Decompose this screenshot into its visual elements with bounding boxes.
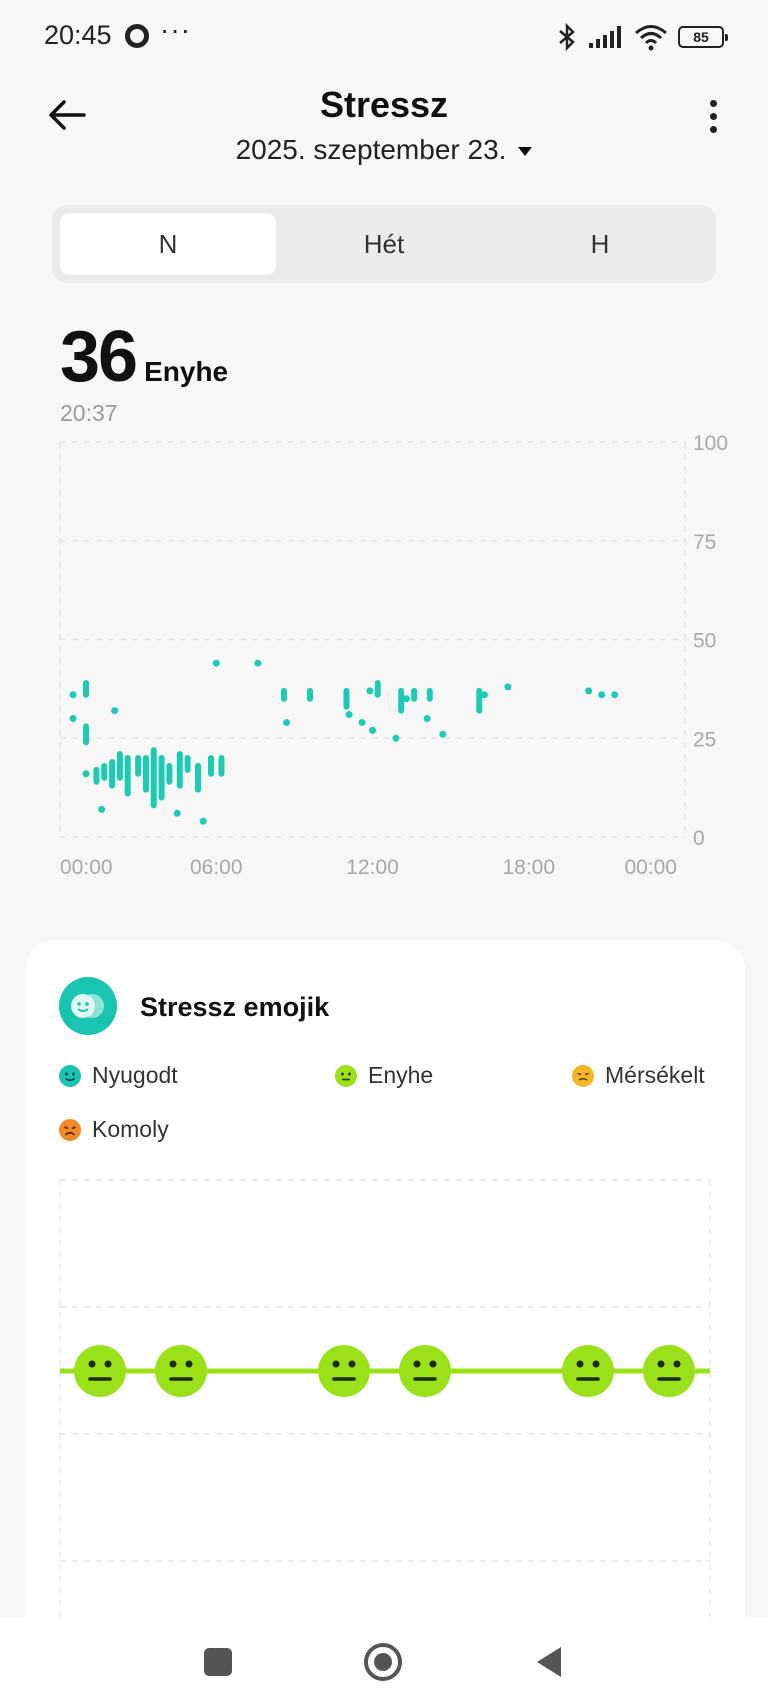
period-tabs: N Hét H xyxy=(52,205,716,283)
more-notifications-icon: ··· xyxy=(160,14,191,45)
stress-point xyxy=(369,726,376,734)
stress-point xyxy=(392,734,400,742)
stress-point xyxy=(254,659,262,667)
stress-point xyxy=(358,718,366,726)
emoji-timeline-chart[interactable] xyxy=(25,940,745,1620)
stress-point xyxy=(98,805,106,813)
neutral-face-icon xyxy=(399,1345,451,1397)
stress-point xyxy=(504,683,512,691)
y-tick-label: 100 xyxy=(693,432,728,455)
x-tick-label: 12:00 xyxy=(346,856,399,879)
page-title: Stressz xyxy=(319,84,449,125)
stress-point xyxy=(611,691,619,699)
signal-icon xyxy=(589,26,621,48)
home-icon[interactable] xyxy=(360,1639,406,1685)
status-time: 20:45 xyxy=(44,20,112,50)
stress-value: 36 xyxy=(60,317,138,397)
stress-point xyxy=(480,691,488,699)
y-tick-label: 50 xyxy=(693,630,716,653)
x-tick-label: 18:00 xyxy=(502,856,555,879)
stress-emoji-card: Stressz emojik Nyugodt Enyhe Mérsékelt K… xyxy=(25,940,745,1707)
stress-point xyxy=(423,715,431,722)
recent-apps-icon[interactable] xyxy=(195,1639,241,1685)
stress-point xyxy=(173,809,181,817)
status-icons: 85 xyxy=(556,22,728,52)
y-tick-label: 75 xyxy=(693,531,716,554)
stress-point xyxy=(585,687,593,695)
current-stress: 36 Enyhe xyxy=(60,316,228,398)
neutral-face-icon xyxy=(318,1345,370,1397)
measurement-time: 20:37 xyxy=(60,400,118,426)
stress-point xyxy=(82,770,90,778)
neutral-face-icon xyxy=(155,1345,207,1397)
x-tick-label: 00:00 xyxy=(60,856,113,879)
stress-point xyxy=(366,687,374,695)
tab-week[interactable]: Hét xyxy=(276,213,492,275)
x-tick-label: 06:00 xyxy=(190,856,243,879)
stress-point xyxy=(283,718,291,726)
back-nav-icon[interactable] xyxy=(527,1639,573,1685)
wifi-icon xyxy=(635,25,667,51)
bluetooth-icon xyxy=(559,23,575,51)
stress-point xyxy=(69,715,77,722)
x-tick-label: 00:00 xyxy=(624,856,677,879)
stress-level: Enyhe xyxy=(144,356,229,387)
date-selector[interactable]: 2025. szeptember 23. xyxy=(0,134,768,166)
stress-chart[interactable]: 100 75 50 25 0 00:00 06:00 12:00 18:00 00:00 xyxy=(0,425,768,885)
status-bar: 20:45 ··· 85 xyxy=(0,0,768,72)
neutral-face-icon xyxy=(562,1345,614,1397)
stress-point xyxy=(199,817,207,825)
y-tick-label: 0 xyxy=(693,827,705,850)
neutral-face-icon xyxy=(74,1345,126,1397)
more-options-icon[interactable] xyxy=(698,100,728,140)
notification-ring-icon xyxy=(125,24,149,48)
date-label: 2025. szeptember 23. xyxy=(235,134,507,165)
y-tick-label: 25 xyxy=(693,728,716,751)
system-nav-bar xyxy=(0,1617,768,1707)
app-header: Stressz 2025. szeptember 23. xyxy=(0,72,768,182)
stress-point xyxy=(345,711,353,719)
tab-day[interactable]: N xyxy=(60,213,276,275)
dropdown-caret-icon xyxy=(518,147,533,157)
tab-month[interactable]: H xyxy=(492,213,708,275)
stress-point xyxy=(402,695,410,703)
neutral-face-icon xyxy=(643,1345,695,1397)
stress-point xyxy=(111,707,119,715)
stress-point xyxy=(69,691,77,699)
battery-level: 85 xyxy=(693,29,709,45)
stress-point xyxy=(212,659,220,667)
stress-point xyxy=(598,691,606,699)
battery-icon: 85 xyxy=(678,26,728,48)
stress-point xyxy=(439,730,447,738)
